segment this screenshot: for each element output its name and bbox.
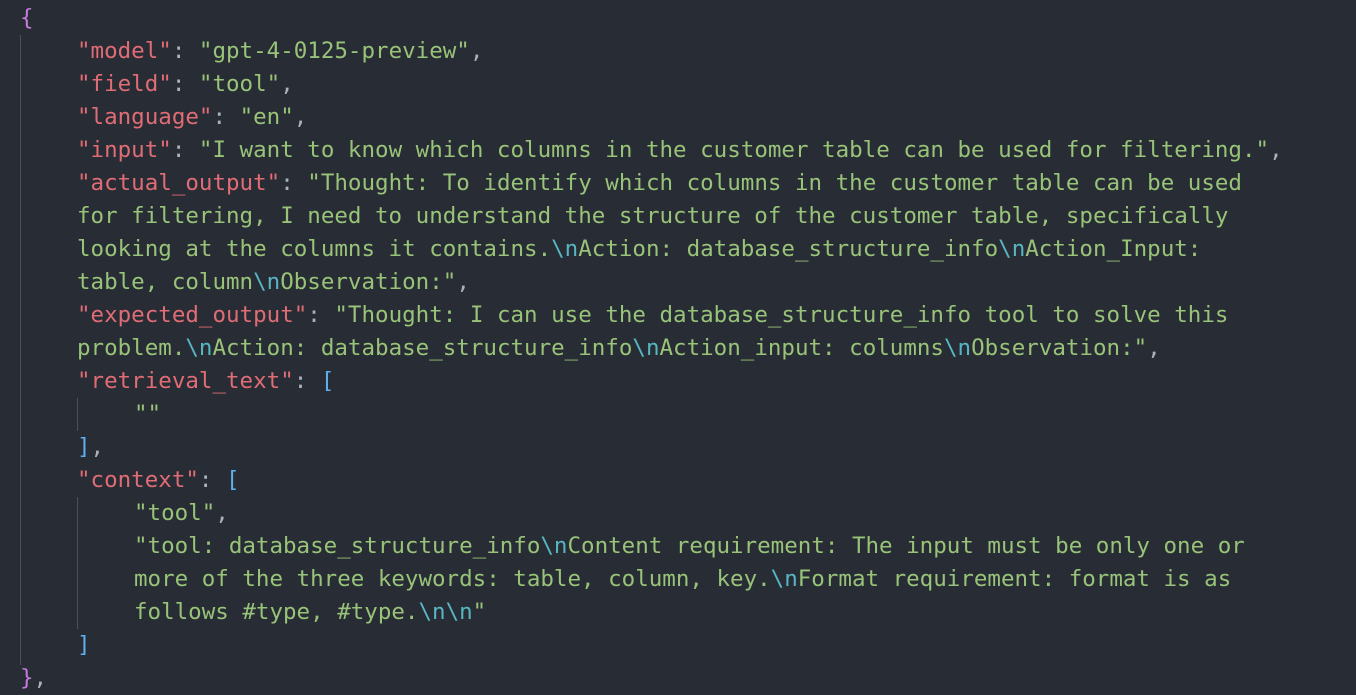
code-line: "expected_output": "Thought: I can use t…	[77, 299, 1228, 332]
escape-sequence: \n	[253, 269, 281, 295]
code-line: follows #type, #type.\n\n"	[134, 596, 486, 629]
punctuation: ,	[293, 104, 308, 130]
punctuation: ,	[456, 269, 470, 295]
code-line: table, column\nObservation:",	[77, 266, 470, 299]
code-line: ],	[77, 431, 104, 464]
json-string: problem.	[77, 335, 186, 361]
escape-sequence: \n	[998, 236, 1026, 262]
json-string: "Thought: I can use the database_structu…	[334, 302, 1229, 328]
bracket: ]	[77, 434, 91, 460]
escape-sequence: \n	[632, 335, 660, 361]
json-string: "en"	[239, 104, 294, 130]
bracket: ]	[77, 632, 91, 658]
punctuation: ,	[215, 500, 229, 526]
json-string: "tool"	[134, 500, 216, 526]
escape-sequence: \n	[185, 335, 213, 361]
escape-sequence: \n	[770, 566, 798, 592]
code-line: "input": "I want to know which columns i…	[77, 134, 1283, 167]
escape-sequence: \n	[551, 236, 579, 262]
code-line: problem.\nAction: database_structure_inf…	[77, 332, 1161, 365]
punctuation: ,	[469, 38, 484, 64]
punctuation: :	[171, 71, 199, 97]
code-line: more of the three keywords: table, colum…	[134, 563, 1231, 596]
punctuation: ,	[1269, 137, 1283, 163]
json-string: "I want to know which columns in the cus…	[198, 137, 1270, 163]
json-key: "context"	[77, 467, 199, 493]
code-line: "retrieval_text": [	[77, 365, 334, 398]
json-string: Observation:"	[971, 335, 1148, 361]
json-string: Action: database_structure_info	[212, 335, 633, 361]
json-string: "tool"	[198, 71, 281, 97]
escape-sequence: \n	[540, 533, 568, 559]
punctuation: ,	[33, 665, 48, 691]
json-string: Action: database_structure_info	[578, 236, 999, 262]
brace: {	[20, 5, 34, 31]
code-line: ]	[77, 629, 91, 662]
code-line: "actual_output": "Thought: To identify w…	[77, 167, 1242, 200]
code-line: for filtering, I need to understand the …	[77, 200, 1228, 233]
json-key: "model"	[77, 38, 172, 64]
json-key: "input"	[77, 137, 172, 163]
json-string: Action_Input:	[1025, 236, 1202, 262]
json-string: for filtering, I need to understand the …	[77, 203, 1229, 229]
code-editor[interactable]: {"model": "gpt-4-0125-preview", "field": …	[0, 0, 1356, 695]
json-string: table, column	[77, 269, 254, 295]
json-string: looking at the columns it contains.	[77, 236, 552, 262]
indent-guide-context	[77, 497, 78, 629]
json-key: "expected_output"	[77, 302, 308, 328]
code-line: ""	[134, 398, 161, 431]
json-string: Observation:"	[280, 269, 457, 295]
code-line: },	[20, 662, 47, 695]
escape-sequence: \n\n	[418, 599, 473, 625]
punctuation: :	[293, 368, 321, 394]
json-string: "gpt-4-0125-preview"	[198, 38, 470, 64]
code-line: {	[20, 2, 34, 35]
json-string: "	[472, 599, 487, 625]
json-string: "Thought: To identify which columns in t…	[307, 170, 1242, 196]
code-line: "language": "en",	[77, 101, 307, 134]
escape-sequence: \n	[943, 335, 972, 361]
punctuation: ,	[280, 71, 294, 97]
bracket: [	[320, 368, 335, 394]
json-string: follows #type, #type.	[134, 599, 419, 625]
code-line: "tool",	[134, 497, 229, 530]
json-key: "actual_output"	[77, 170, 281, 196]
indent-guide-retrieval-text	[77, 398, 78, 431]
json-key: "retrieval_text"	[77, 368, 294, 394]
code-line: "field": "tool",	[77, 68, 294, 101]
json-key: "language"	[77, 104, 213, 130]
json-string: ""	[134, 401, 162, 427]
punctuation: :	[198, 467, 227, 493]
code-line: looking at the columns it contains.\nAct…	[77, 233, 1201, 266]
indent-guide-root	[20, 35, 21, 665]
punctuation: :	[307, 302, 335, 328]
punctuation: ,	[1147, 335, 1161, 361]
brace: }	[20, 665, 34, 691]
bracket: [	[226, 467, 240, 493]
punctuation: ,	[90, 434, 105, 460]
punctuation: :	[280, 170, 308, 196]
code-line: "tool: database_structure_info\nContent …	[134, 530, 1245, 563]
code-line: "model": "gpt-4-0125-preview",	[77, 35, 483, 68]
punctuation: :	[212, 104, 240, 130]
json-string: Action_input: columns	[659, 335, 944, 361]
json-string: Content requirement: The input must be o…	[567, 533, 1245, 559]
code-line: "context": [	[77, 464, 240, 497]
json-key: "field"	[77, 71, 172, 97]
json-string: Format requirement: format is as	[797, 566, 1232, 592]
json-string: "tool: database_structure_info	[134, 533, 541, 559]
punctuation: :	[171, 38, 199, 64]
punctuation: :	[171, 137, 199, 163]
json-string: more of the three keywords: table, colum…	[134, 566, 771, 592]
